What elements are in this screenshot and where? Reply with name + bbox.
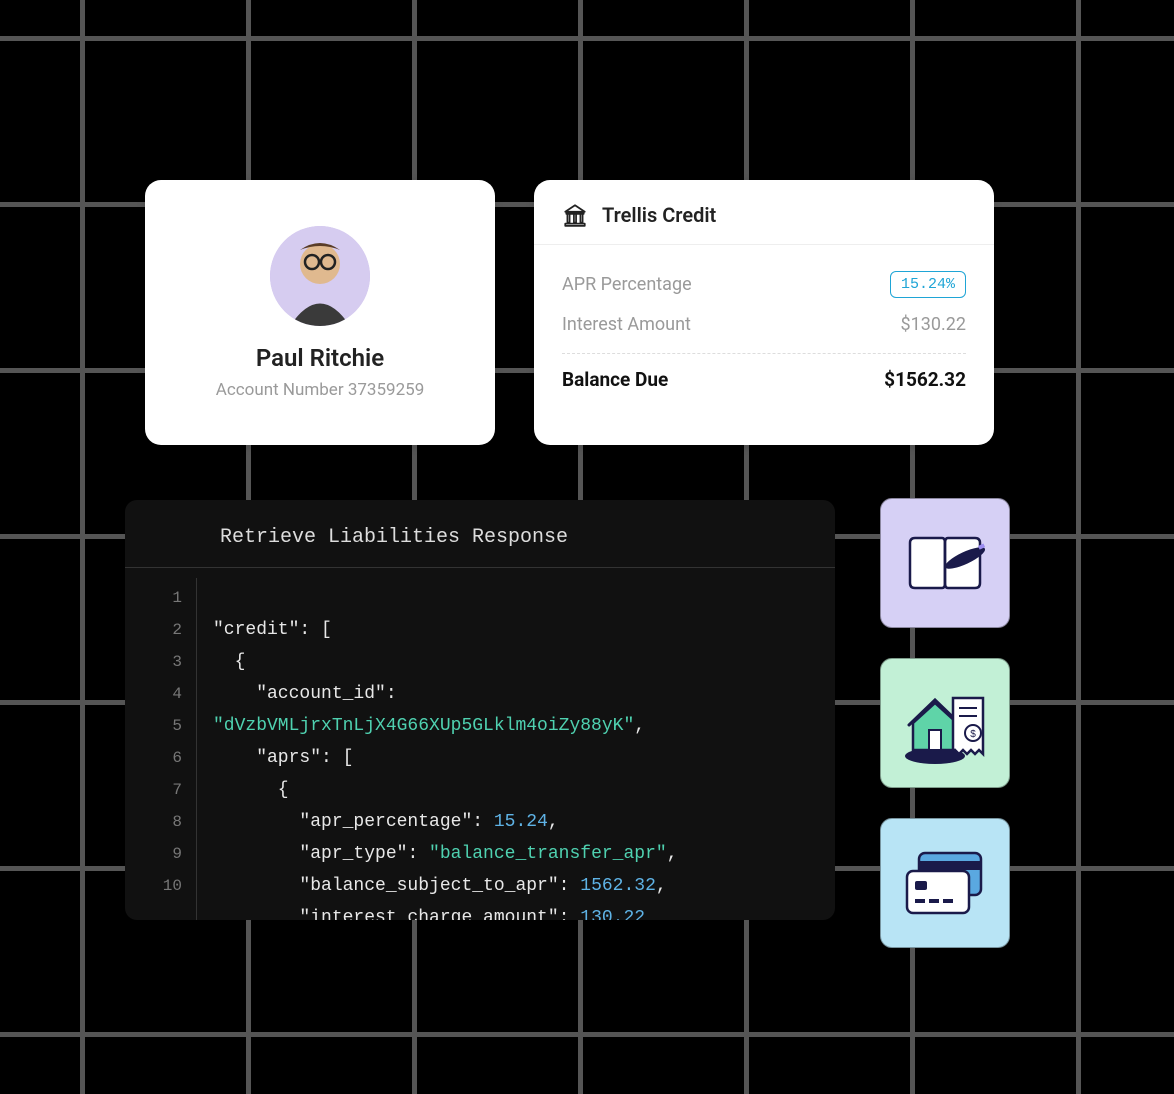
- line-number: 4: [125, 678, 182, 710]
- line-number: 3: [125, 646, 182, 678]
- code-line: "apr_type": "balance_transfer_apr",: [213, 844, 678, 864]
- code-line: "balance_subject_to_apr": 1562.32,: [213, 876, 667, 896]
- line-number: 6: [125, 742, 182, 774]
- code-line: "credit": [: [213, 620, 332, 640]
- account-number: 37359259: [348, 380, 424, 400]
- code-line: {: [213, 780, 289, 800]
- tile-credit-cards: [880, 818, 1010, 948]
- code-line: "aprs": [: [213, 748, 353, 768]
- interest-label: Interest Amount: [562, 314, 691, 335]
- apr-label: APR Percentage: [562, 274, 692, 295]
- credit-title: Trellis Credit: [602, 203, 716, 227]
- code-title: Retrieve Liabilities Response: [125, 500, 835, 568]
- bank-icon: [562, 202, 588, 228]
- line-numbers: 1 2 3 4 5 6 7 8 9 10: [125, 578, 197, 920]
- notebook-icon: [900, 528, 990, 598]
- line-number: 8: [125, 806, 182, 838]
- line-number: 10: [125, 870, 182, 902]
- apr-value-badge: 15.24%: [890, 271, 966, 298]
- code-line: "apr_percentage": 15.24,: [213, 812, 559, 832]
- apr-row: APR Percentage 15.24%: [562, 263, 966, 306]
- code-line: "interest_charge_amount": 130.22: [213, 908, 645, 920]
- profile-account: Account Number 37359259: [216, 380, 425, 400]
- profile-card: Paul Ritchie Account Number 37359259: [145, 180, 495, 445]
- credit-summary-card: Trellis Credit APR Percentage 15.24% Int…: [534, 180, 994, 445]
- line-number: 9: [125, 838, 182, 870]
- house-receipt-icon: $: [895, 678, 995, 768]
- line-number: 5: [125, 710, 182, 742]
- balance-label: Balance Due: [562, 368, 668, 391]
- credit-cards-icon: [895, 843, 995, 923]
- tile-house-receipt: $: [880, 658, 1010, 788]
- interest-value: $130.22: [901, 314, 966, 335]
- account-label: Account Number: [216, 380, 344, 400]
- avatar-placeholder-icon: [270, 226, 370, 326]
- avatar: [270, 226, 370, 326]
- credit-header: Trellis Credit: [534, 180, 994, 245]
- code-response-card: Retrieve Liabilities Response 1 2 3 4 5 …: [125, 500, 835, 920]
- code-content: "credit": [ { "account_id": "dVzbVMLjrxT…: [197, 578, 678, 920]
- divider: [562, 353, 966, 354]
- line-number: 2: [125, 614, 182, 646]
- svg-text:$: $: [970, 729, 976, 740]
- line-number: 1: [125, 582, 182, 614]
- code-line: "account_id":: [213, 684, 397, 704]
- code-line: "dVzbVMLjrxTnLjX4G66XUp5GLklm4oiZy88yK",: [213, 716, 645, 736]
- tile-notebook: [880, 498, 1010, 628]
- interest-row: Interest Amount $130.22: [562, 306, 966, 343]
- code-line: {: [213, 652, 245, 672]
- line-number: 7: [125, 774, 182, 806]
- profile-name: Paul Ritchie: [256, 344, 384, 372]
- balance-row: Balance Due $1562.32: [562, 360, 966, 399]
- balance-value: $1562.32: [884, 368, 966, 391]
